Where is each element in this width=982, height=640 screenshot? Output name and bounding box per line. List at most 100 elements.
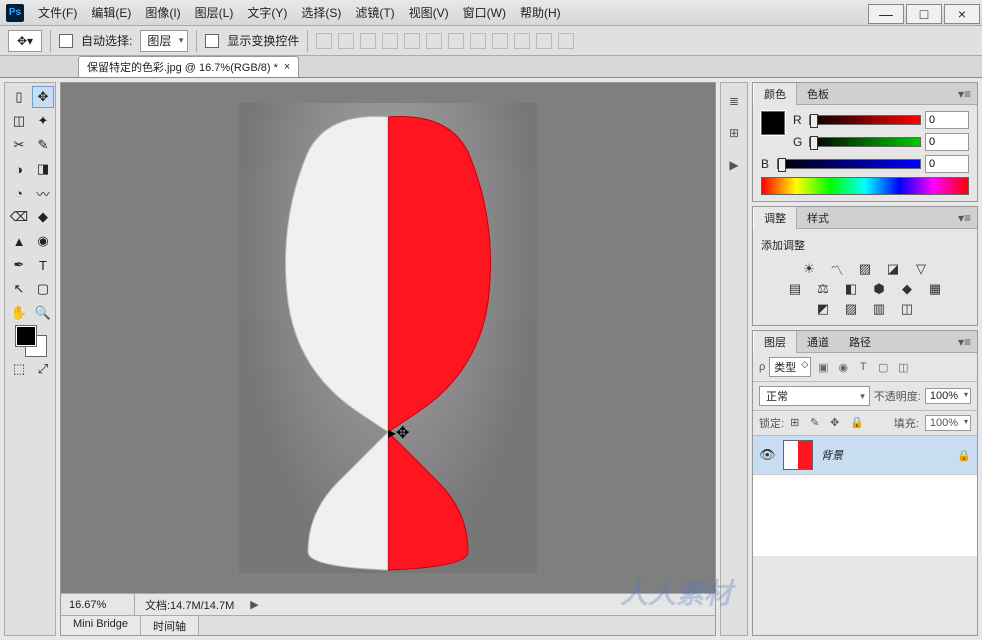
filter-adjust-icon[interactable]: ◉ [835,359,851,375]
align-icon[interactable] [382,33,398,49]
menu-filter[interactable]: 滤镜(T) [349,0,400,25]
tool-shape[interactable]: ▢ [32,278,54,300]
auto-select-target[interactable]: 图层 [140,30,188,52]
tab-mini-bridge[interactable]: Mini Bridge [61,616,141,635]
menu-help[interactable]: 帮助(H) [514,0,567,25]
tab-color[interactable]: 颜色 [753,83,797,105]
tool-preset-picker[interactable]: ✥▾ [8,30,42,52]
zoom-level[interactable]: 16.67% [61,594,135,615]
panel-menu-icon[interactable]: ▾≡ [952,211,977,225]
tool-dodge[interactable]: ◉ [32,230,54,252]
bw-icon[interactable]: ◧ [842,281,860,297]
minimize-button[interactable]: — [868,4,904,24]
tool-zoom[interactable]: 🔍 [32,302,54,324]
align-icon[interactable] [338,33,354,49]
tool-path-select[interactable]: ↖ [8,278,30,300]
curves-icon[interactable]: ▨ [856,261,874,277]
tool-gradient[interactable]: ◆ [32,206,54,228]
align-icon[interactable] [426,33,442,49]
align-icon[interactable] [404,33,420,49]
g-input[interactable] [925,133,969,151]
filter-pixel-icon[interactable]: ▣ [815,359,831,375]
tool-quickmask[interactable]: ⬚ [8,358,30,380]
g-slider[interactable] [809,137,921,147]
menu-select[interactable]: 选择(S) [295,0,347,25]
blend-mode-select[interactable]: 正常 [759,386,870,406]
tool-crop[interactable]: ✂ [8,134,30,156]
tab-layers[interactable]: 图层 [753,331,797,353]
lock-all-icon[interactable]: 🔒 [850,416,864,430]
b-input[interactable] [925,155,969,173]
tool-screenmode[interactable]: ⤢ [32,358,54,380]
tool-hand[interactable]: ✋ [8,302,30,324]
tab-styles[interactable]: 样式 [797,207,839,229]
tool-pen[interactable]: ✒ [8,254,30,276]
tool-wand[interactable]: ✦ [32,110,54,132]
panel-menu-icon[interactable]: ▾≡ [952,87,977,101]
tab-channels[interactable]: 通道 [797,331,839,353]
color-balance-icon[interactable]: ⚖ [814,281,832,297]
document-tab[interactable]: 保留特定的色彩.jpg @ 16.7%(RGB/8) * × [78,56,299,77]
photo-filter-icon[interactable]: ⬢ [870,281,888,297]
gradient-map-icon[interactable]: ◫ [898,301,916,317]
tool-marquee[interactable]: ▯ [8,86,30,108]
vibrance-icon[interactable]: ▽ [912,261,930,277]
tab-timeline[interactable]: 时间轴 [141,616,199,635]
menu-edit[interactable]: 编辑(E) [85,0,137,25]
tool-type[interactable]: T [32,254,54,276]
hue-icon[interactable]: ▤ [786,281,804,297]
panel-menu-icon[interactable]: ▾≡ [952,335,977,349]
menu-view[interactable]: 视图(V) [403,0,455,25]
align-icon[interactable] [470,33,486,49]
menu-image[interactable]: 图像(I) [139,0,186,25]
align-icon[interactable] [448,33,464,49]
layer-thumbnail[interactable] [783,440,813,470]
r-slider[interactable] [809,115,921,125]
tab-paths[interactable]: 路径 [839,331,881,353]
align-icon[interactable] [360,33,376,49]
tab-adjustments[interactable]: 调整 [753,207,797,229]
color-preview-swatch[interactable] [761,111,785,135]
document-tab-close-icon[interactable]: × [284,61,290,73]
align-icon[interactable] [558,33,574,49]
tab-swatches[interactable]: 色板 [797,83,839,105]
tool-history-brush[interactable]: 〰 [32,182,54,204]
visibility-eye-icon[interactable]: 👁 [759,447,775,463]
dock-actions-icon[interactable]: ▶ [724,155,744,175]
color-lookup-icon[interactable]: ▦ [926,281,944,297]
auto-select-checkbox[interactable] [59,34,73,48]
doc-size[interactable]: 文档:14.7M/14.7M [135,597,244,613]
posterize-icon[interactable]: ▨ [842,301,860,317]
align-icon[interactable] [316,33,332,49]
align-icon[interactable] [536,33,552,49]
menu-file[interactable]: 文件(F) [32,0,83,25]
invert-icon[interactable]: ◩ [814,301,832,317]
status-arrow-icon[interactable]: ▶ [244,598,264,611]
maximize-button[interactable]: □ [906,4,942,24]
tool-move[interactable]: ✥ [32,86,54,108]
menu-type[interactable]: 文字(Y) [241,0,293,25]
close-button[interactable]: × [944,4,980,24]
b-slider[interactable] [777,159,921,169]
tool-lasso[interactable]: ◫ [8,110,30,132]
layer-row[interactable]: 👁 背景 🔒 [753,436,977,475]
tool-brush[interactable]: ◨ [32,158,54,180]
dock-history-icon[interactable]: ≣ [724,91,744,111]
filter-type-icon[interactable]: T [855,359,871,375]
threshold-icon[interactable]: ▥ [870,301,888,317]
canvas[interactable]: ▸✥ [61,83,715,593]
tool-eraser[interactable]: ⌫ [8,206,30,228]
exposure-icon[interactable]: ◪ [884,261,902,277]
align-icon[interactable] [514,33,530,49]
tool-heal[interactable]: ◑ [8,158,30,180]
r-input[interactable] [925,111,969,129]
tool-stamp[interactable]: ◔ [8,182,30,204]
fill-input[interactable]: 100% [925,415,971,431]
foreground-color-swatch[interactable] [16,326,36,346]
show-transform-checkbox[interactable] [205,34,219,48]
lock-transparent-icon[interactable]: ⊞ [790,416,804,430]
filter-shape-icon[interactable]: ▢ [875,359,891,375]
channel-mixer-icon[interactable]: ◆ [898,281,916,297]
tool-blur[interactable]: ▲ [8,230,30,252]
menu-layer[interactable]: 图层(L) [189,0,240,25]
